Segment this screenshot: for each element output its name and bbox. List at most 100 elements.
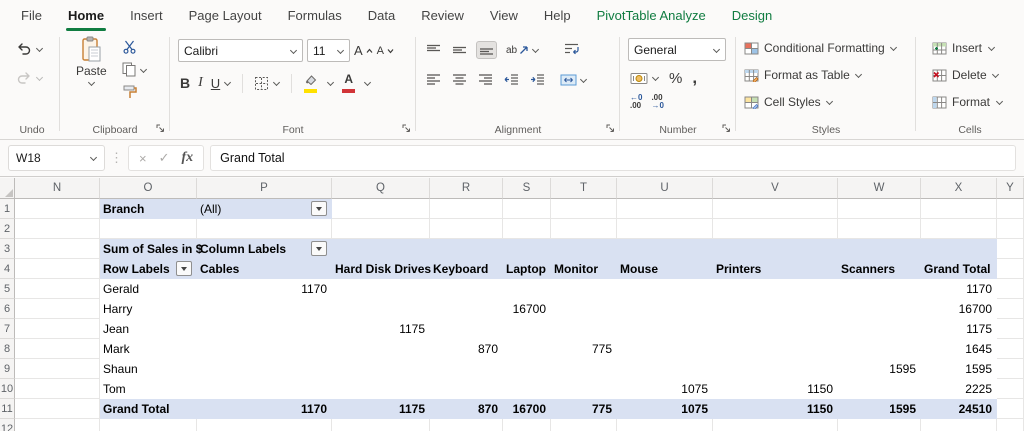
cell-N7[interactable] [15,319,100,339]
cell-S10[interactable] [503,379,551,399]
filter-dropdown-P3[interactable] [311,241,327,256]
row-header-10[interactable]: 10 [0,379,15,399]
enter-icon[interactable]: ✓ [159,150,170,166]
row-header-3[interactable]: 3 [0,239,15,259]
cell-T2[interactable] [551,219,617,239]
cell-X7[interactable]: 1175 [921,319,997,339]
row-header-2[interactable]: 2 [0,219,15,239]
format-painter-button[interactable] [122,85,147,99]
undo-button[interactable] [16,41,43,57]
cell-S5[interactable] [503,279,551,299]
increase-font-size-button[interactable]: A [354,43,373,58]
cell-N6[interactable] [15,299,100,319]
font-dialog-launcher[interactable] [400,122,412,134]
merge-center-button[interactable] [558,72,589,88]
cell-O5[interactable]: Gerald [100,279,197,299]
column-header-X[interactable]: X [921,178,997,199]
cell-Q10[interactable] [332,379,430,399]
cell-N10[interactable] [15,379,100,399]
cell-V12[interactable] [713,419,838,431]
format-as-table-button[interactable]: Format as Table [744,68,863,82]
cell-R2[interactable] [430,219,503,239]
cell-P5[interactable]: 1170 [197,279,332,299]
cell-Q6[interactable] [332,299,430,319]
cell-V9[interactable] [713,359,838,379]
cell-Y2[interactable] [997,219,1024,239]
cell-T6[interactable] [551,299,617,319]
cell-T9[interactable] [551,359,617,379]
number-format-select[interactable]: General [628,38,726,61]
conditional-formatting-button[interactable]: Conditional Formatting [744,41,898,55]
cell-P2[interactable] [197,219,332,239]
alignment-dialog-launcher[interactable] [604,122,616,134]
cell-X9[interactable]: 1595 [921,359,997,379]
cell-O6[interactable]: Harry [100,299,197,319]
cell-W10[interactable] [838,379,921,399]
row-header-6[interactable]: 6 [0,299,15,319]
cell-Y12[interactable] [997,419,1024,431]
cell-V10[interactable]: 1150 [713,379,838,399]
cell-Y7[interactable] [997,319,1024,339]
cell-X10[interactable]: 2225 [921,379,997,399]
column-header-P[interactable]: P [197,178,332,199]
cell-V6[interactable] [713,299,838,319]
cell-U8[interactable] [617,339,713,359]
cell-U4[interactable]: Mouse [617,259,713,279]
cell-W6[interactable] [838,299,921,319]
column-header-O[interactable]: O [100,178,197,199]
cell-V2[interactable] [713,219,838,239]
column-header-S[interactable]: S [503,178,551,199]
accounting-format-button[interactable] [630,72,659,85]
cell-N3[interactable] [15,239,100,259]
cell-T8[interactable]: 775 [551,339,617,359]
cell-P9[interactable] [197,359,332,379]
tab-design[interactable]: Design [719,0,785,31]
cell-T5[interactable] [551,279,617,299]
tab-review[interactable]: Review [408,0,477,31]
cell-W5[interactable] [838,279,921,299]
cell-O3[interactable]: Sum of Sales in $ [100,239,202,259]
cell-Q11[interactable]: 1175 [332,399,430,419]
cell-X11[interactable]: 24510 [921,399,997,419]
column-header-Y[interactable]: Y [997,178,1024,199]
cell-S1[interactable] [503,199,551,219]
row-header-4[interactable]: 4 [0,259,15,279]
tab-pivottable-analyze[interactable]: PivotTable Analyze [584,0,719,31]
column-header-Q[interactable]: Q [332,178,430,199]
cell-W1[interactable] [838,199,921,219]
cell-W4[interactable]: Scanners [838,259,921,279]
cell-N8[interactable] [15,339,100,359]
increase-indent-button[interactable] [528,72,547,88]
cell-R4[interactable]: Keyboard [430,259,503,279]
cell-U2[interactable] [617,219,713,239]
paste-button[interactable]: Paste [76,36,107,87]
cell-N2[interactable] [15,219,100,239]
cell-P6[interactable] [197,299,332,319]
cell-V7[interactable] [713,319,838,339]
cell-W8[interactable] [838,339,921,359]
tab-page-layout[interactable]: Page Layout [176,0,275,31]
cell-W9[interactable]: 1595 [838,359,921,379]
cell-X6[interactable]: 16700 [921,299,997,319]
format-cells-button[interactable]: Format [932,95,1003,109]
cell-S4[interactable]: Laptop [503,259,551,279]
cell-S6[interactable]: 16700 [503,299,551,319]
cell-R8[interactable]: 870 [430,339,503,359]
cell-O1[interactable]: Branch [100,199,197,219]
decrease-indent-button[interactable] [502,72,521,88]
tab-formulas[interactable]: Formulas [275,0,355,31]
cell-S12[interactable] [503,419,551,431]
row-header-11[interactable]: 11 [0,399,15,419]
font-name-select[interactable]: Calibri [178,39,303,62]
fill-color-button[interactable] [303,74,318,93]
cell-R10[interactable] [430,379,503,399]
cell-W2[interactable] [838,219,921,239]
filter-dropdown-O4[interactable] [176,261,192,276]
delete-cells-button[interactable]: Delete [932,68,1000,82]
cell-Q5[interactable] [332,279,430,299]
comma-style-button[interactable]: , [692,68,697,88]
cell-W11[interactable]: 1595 [838,399,921,419]
percent-style-button[interactable]: % [669,70,682,87]
cell-Q12[interactable] [332,419,430,431]
cell-T7[interactable] [551,319,617,339]
